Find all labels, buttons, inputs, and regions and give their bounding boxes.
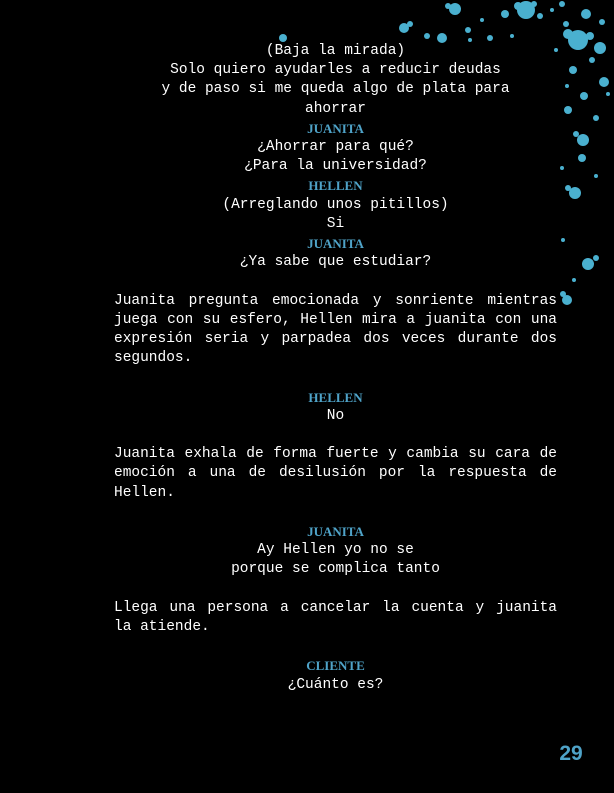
page-number: 29 (559, 742, 583, 765)
dialogue-line: ¿Para la universidad? (244, 158, 427, 175)
character-name: CLIENTE (306, 658, 365, 674)
dialogue-line: ¿Ya sabe que estudiar? (239, 254, 432, 271)
character-name: HELLEN (308, 178, 363, 194)
dialogue-line: Ay Hellen yo no se (257, 542, 414, 559)
parenthetical: (Baja la mirada) (265, 43, 406, 59)
dialogue-line: No (326, 407, 345, 424)
dialogue-line: ¿Cuánto es? (287, 676, 384, 693)
action-paragraph: Juanita pregunta emocionada y sonriente … (114, 292, 557, 367)
dialogue-line: ahorrar (305, 100, 366, 117)
dialogue-line: Si (326, 215, 345, 232)
dialogue-line: porque se complica tanto (231, 561, 440, 578)
script-page: (Baja la mirada) Solo quiero ayudarles a… (0, 0, 614, 793)
character-name: HELLEN (308, 389, 363, 405)
dialogue-line: Solo quiero ayudarles a reducir deudas (170, 62, 501, 79)
action-paragraph: Llega una persona a cancelar la cuenta y… (114, 599, 557, 636)
character-name: JUANITA (307, 120, 364, 136)
dialogue-line: ¿Ahorrar para qué? (257, 139, 414, 156)
dialogue-line: y de paso si me queda algo de plata para (161, 81, 510, 98)
screenplay-text: (Baja la mirada) Solo quiero ayudarles a… (114, 42, 557, 695)
parenthetical: (Arreglando unos pitillos) (222, 196, 449, 213)
character-name: JUANITA (307, 524, 364, 540)
character-name: JUANITA (307, 236, 364, 252)
action-paragraph: Juanita exhala de forma fuerte y cambia … (114, 446, 557, 501)
